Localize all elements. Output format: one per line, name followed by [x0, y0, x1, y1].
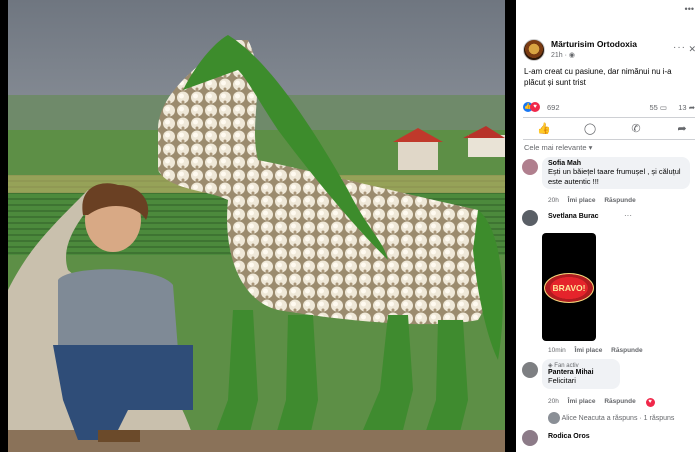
comment-reply-button[interactable]: Răspunde	[604, 398, 635, 405]
share-icon[interactable]: ➦	[674, 122, 690, 136]
comment-bubble: Sofia Mah Ești un băiețel taare frumușel…	[542, 157, 690, 189]
comment-actions: 10min Îmi place Răspunde	[548, 347, 643, 354]
avatar[interactable]	[522, 430, 538, 446]
post-time[interactable]: 21h ·	[551, 52, 569, 59]
comment-sort[interactable]: Cele mai relevante ▾	[524, 143, 592, 152]
close-icon[interactable]: ✕	[688, 44, 696, 55]
post-meta: 21h · ◉	[551, 51, 575, 59]
divider	[523, 117, 695, 118]
sort-label: Cele mai relevante	[524, 143, 587, 152]
comment-actions: 20h Îmi place Răspunde ♥	[548, 398, 655, 407]
photo-viewer	[0, 0, 516, 452]
divider	[523, 139, 695, 140]
comment-icon[interactable]: ◯	[582, 122, 598, 136]
share-count-icon: ➦	[688, 103, 695, 112]
comment-time[interactable]: 20h	[548, 398, 559, 405]
comment-time[interactable]: 10min	[548, 347, 566, 354]
chevron-down-icon: ▾	[588, 143, 593, 152]
comment-author[interactable]: Svetlana Burac	[548, 213, 599, 220]
comment-bubble: ◈ Fan activ Pantera Mihai Felicitari	[542, 359, 620, 389]
comment-text: Ești un băiețel taare frumușel , și călu…	[548, 167, 681, 186]
comment-text: Felicitari	[548, 376, 576, 385]
more-icon[interactable]: ···	[624, 211, 632, 220]
globe-icon: ◉	[568, 52, 576, 59]
heart-icon: ♥	[645, 398, 655, 407]
reply-summary[interactable]: Alice Neacuta a răspuns · 1 răspuns	[548, 412, 674, 424]
like-icon[interactable]: 👍	[536, 122, 552, 136]
bravo-text: BRAVO!	[552, 283, 586, 293]
reply-summary-text: Alice Neacuta a răspuns · 1 răspuns	[561, 414, 675, 422]
post-actions: 👍 ◯ ✆ ➦	[523, 120, 695, 138]
comment-gif[interactable]: BRAVO!	[542, 233, 596, 341]
avatar	[548, 412, 560, 424]
comment-author[interactable]: Sofia Mah	[548, 160, 684, 167]
comment-author[interactable]: Rodica Oros	[548, 433, 590, 440]
comment-like-button[interactable]: Îmi place	[575, 347, 603, 354]
comment-count-value: 55	[649, 103, 658, 112]
reaction-icons: 👍♥	[523, 102, 540, 113]
comment-count[interactable]: 55 ▭	[649, 103, 667, 112]
avatar[interactable]	[522, 210, 538, 226]
avatar[interactable]	[522, 159, 538, 175]
page-avatar[interactable]	[523, 39, 545, 61]
post-text: L-am creat cu pasiune, dar nimănui nu i-…	[524, 67, 672, 87]
comment-author[interactable]: Pantera Mihai	[548, 369, 614, 376]
love-reaction-icon: ♥	[530, 102, 540, 113]
avatar[interactable]	[522, 362, 538, 378]
post-photo[interactable]	[8, 0, 505, 452]
post-side-panel: ••• Mărturisim Ortodoxia 21h · ◉ ··· ✕ L…	[516, 0, 700, 452]
comment-time[interactable]: 20h	[548, 197, 559, 204]
whatsapp-icon[interactable]: ✆	[628, 122, 644, 136]
share-count[interactable]: 13 ➦	[678, 103, 695, 112]
comment-reply-button[interactable]: Răspunde	[604, 197, 635, 204]
post-header: Mărturisim Ortodoxia 21h · ◉	[523, 38, 693, 64]
reaction-count[interactable]: 692	[547, 103, 560, 112]
comment-actions: 20h Îmi place Răspunde	[548, 197, 636, 204]
bravo-sticker: BRAVO!	[544, 273, 594, 303]
comment-like-button[interactable]: Îmi place	[568, 398, 596, 405]
comment-like-button[interactable]: Îmi place	[568, 197, 596, 204]
share-count-value: 13	[678, 103, 687, 112]
comment-count-icon: ▭	[659, 103, 667, 112]
reaction-summary[interactable]: 👍♥ 692 55 ▭ 13 ➦	[523, 102, 695, 114]
page-name[interactable]: Mărturisim Ortodoxia	[551, 39, 637, 49]
fan-badge: ◈ Fan activ	[548, 362, 614, 369]
window-controls: •••	[684, 4, 694, 14]
more-icon[interactable]: ···	[673, 42, 686, 53]
comment-reply-button[interactable]: Răspunde	[611, 347, 642, 354]
